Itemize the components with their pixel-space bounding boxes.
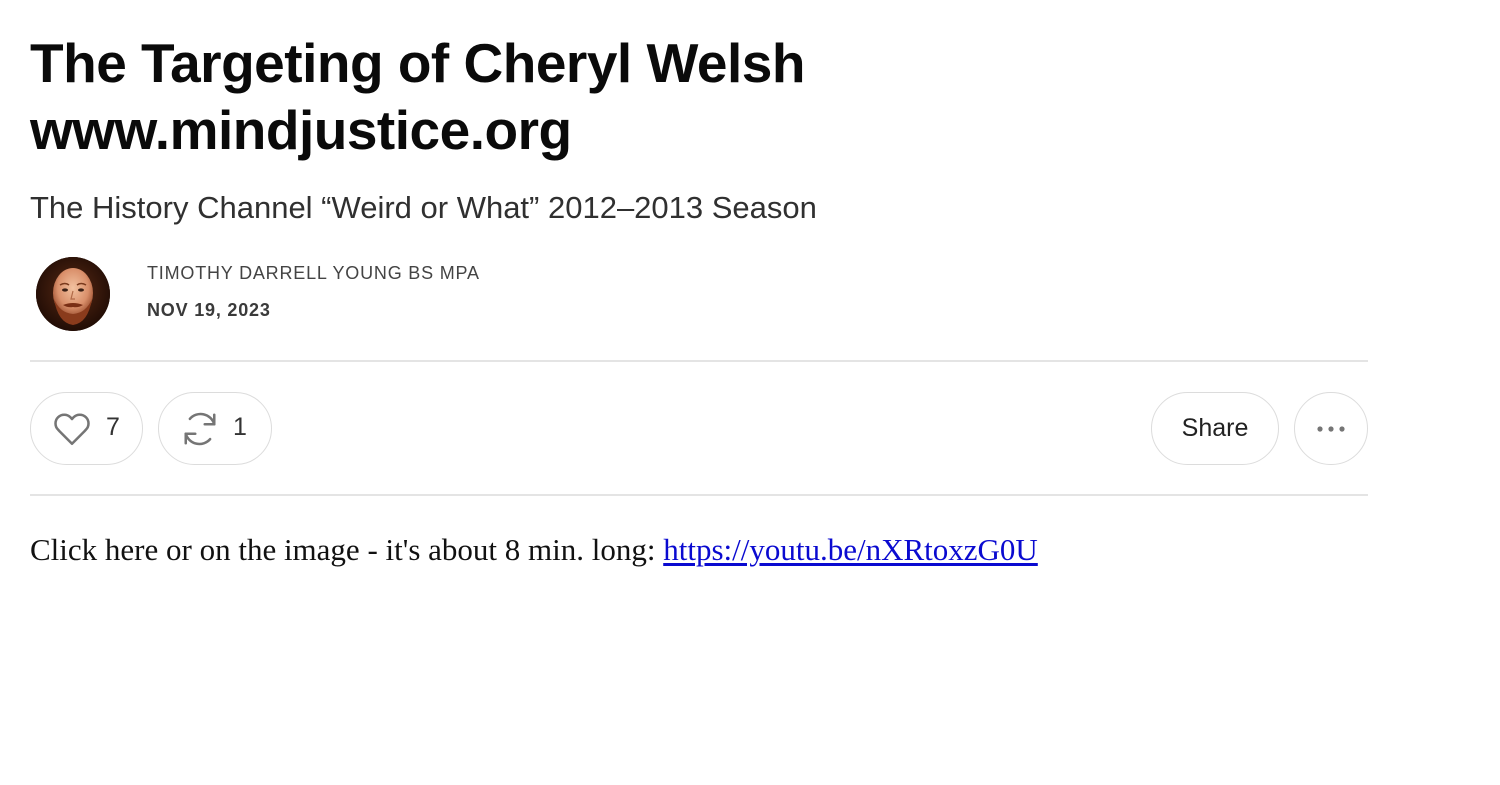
ellipsis-icon: [1316, 420, 1346, 438]
more-options-button[interactable]: [1294, 392, 1368, 465]
author-avatar[interactable]: [36, 257, 110, 331]
post-title: The Targeting of Cheryl Welsh www.mindju…: [30, 32, 805, 161]
restack-button[interactable]: 1: [158, 392, 272, 465]
share-label: Share: [1181, 414, 1249, 442]
youtube-link[interactable]: https://youtu.be/nXRtoxzG0U: [663, 532, 1038, 567]
restack-icon: [181, 410, 219, 448]
restack-count: 1: [233, 413, 247, 441]
divider-top: [30, 360, 1368, 362]
share-button[interactable]: Share: [1151, 392, 1279, 465]
byline: TIMOTHY DARRELL YOUNG BS MPA NOV 19, 202…: [36, 257, 479, 331]
post-body: Click here or on the image - it's about …: [30, 530, 1038, 570]
author-name[interactable]: TIMOTHY DARRELL YOUNG BS MPA: [147, 263, 480, 284]
like-button[interactable]: 7: [30, 392, 143, 465]
post-date: NOV 19, 2023: [147, 300, 271, 320]
body-text: Click here or on the image - it's about …: [30, 532, 664, 567]
post-subtitle: The History Channel “Weird or What” 2012…: [30, 190, 817, 225]
divider-bottom: [30, 494, 1368, 496]
author-avatar-image: [36, 257, 110, 331]
post-header: The Targeting of Cheryl Welsh www.mindju…: [30, 30, 1368, 228]
like-count: 7: [106, 413, 120, 441]
heart-icon: [53, 410, 91, 448]
